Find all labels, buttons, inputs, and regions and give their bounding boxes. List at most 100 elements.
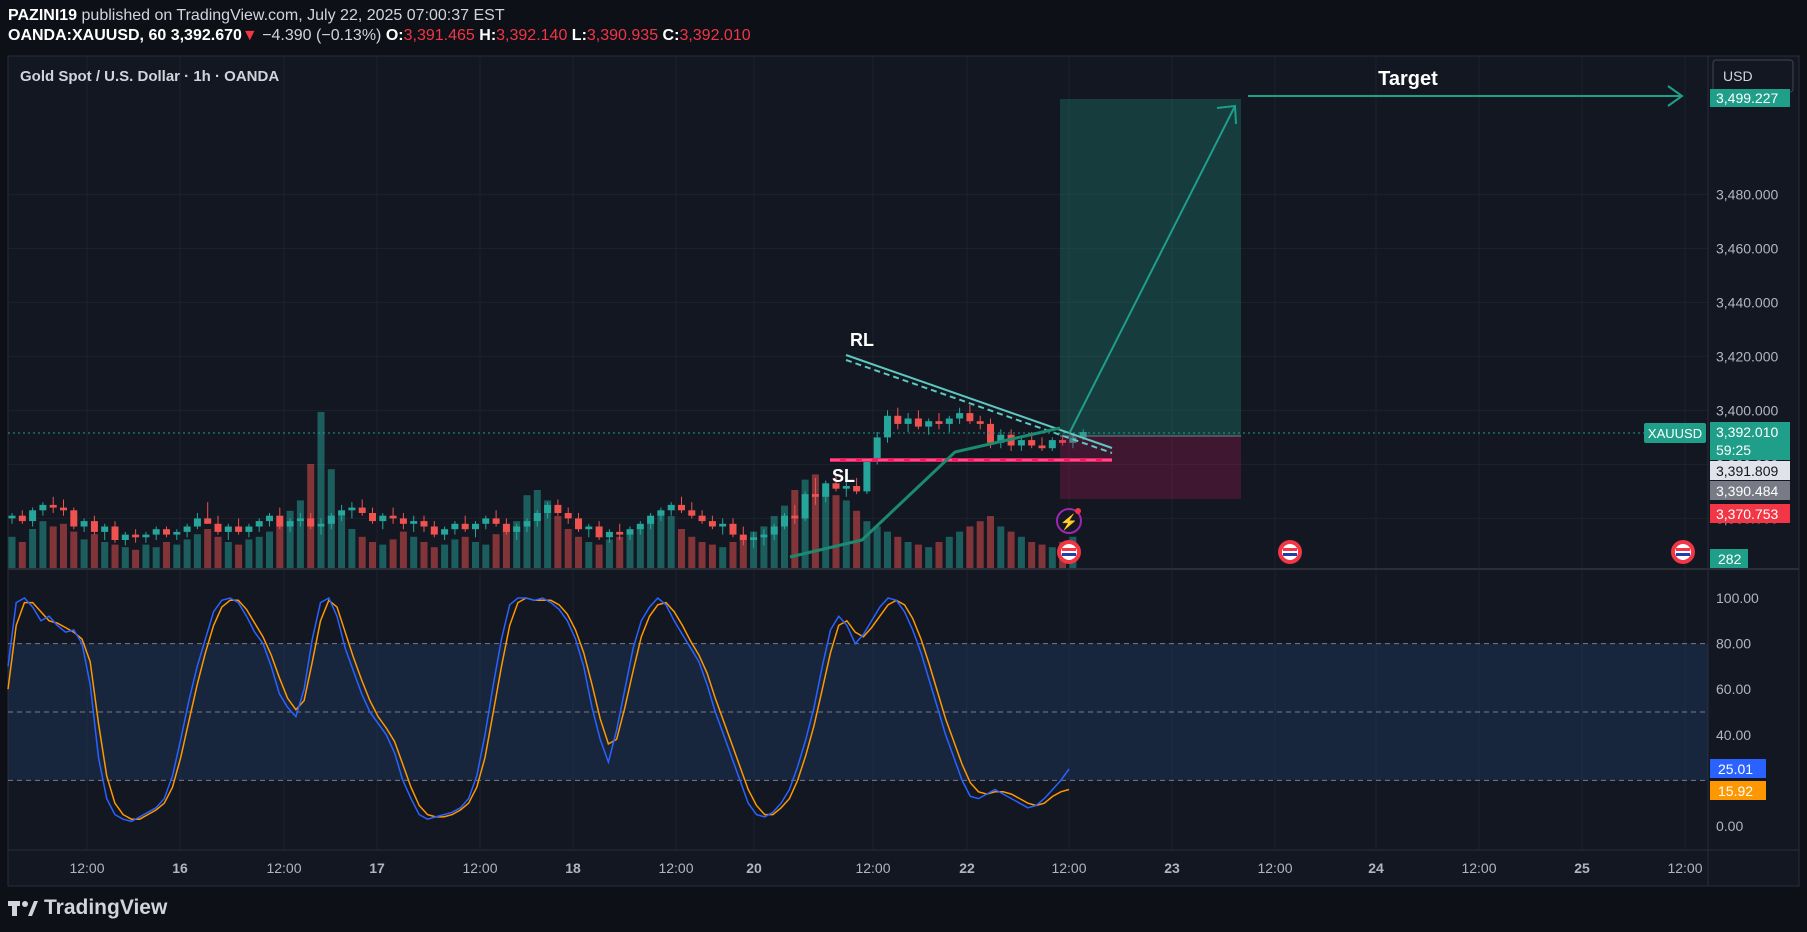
candle-body xyxy=(430,526,438,535)
candle-body xyxy=(904,418,912,424)
candle-body xyxy=(358,507,366,513)
sl-label: SL xyxy=(832,466,855,486)
candle-body xyxy=(492,518,500,524)
volume-bar xyxy=(945,536,953,568)
volume-bar xyxy=(101,542,109,568)
candle-body xyxy=(8,515,16,519)
candle-body xyxy=(193,518,201,527)
candle-body xyxy=(770,526,778,535)
volume-bar xyxy=(605,539,613,568)
candle-body xyxy=(894,415,902,424)
candle-body xyxy=(142,534,150,538)
candle-body xyxy=(90,521,98,532)
candle-body xyxy=(801,494,809,519)
volume-bar xyxy=(482,544,490,568)
candle-body xyxy=(80,521,88,527)
volume-bar xyxy=(1017,536,1025,568)
candle-body xyxy=(204,518,212,524)
volume-bar xyxy=(1038,544,1046,568)
volume-bar xyxy=(595,544,603,568)
volume-bar xyxy=(389,539,397,568)
last-price-tag-text: 3,392.010 xyxy=(1716,424,1778,440)
stoch-tick-label: 0.00 xyxy=(1716,818,1743,834)
volume-bar xyxy=(441,544,449,568)
candle-body xyxy=(781,515,788,527)
volume-bar xyxy=(49,526,57,568)
candle-body xyxy=(822,483,830,497)
stoch-d-tag-text: 15.92 xyxy=(1718,783,1753,799)
chart-canvas[interactable]: Gold Spot / U.S. Dollar · 1h · OANDA Tar… xyxy=(0,0,1807,932)
candle-body xyxy=(1017,440,1025,446)
candle-body xyxy=(626,529,634,535)
candle-body xyxy=(966,413,974,422)
price-tick-label: 3,460.000 xyxy=(1716,240,1778,256)
volume-bar xyxy=(90,534,98,568)
candle-body xyxy=(842,486,850,489)
candle-body xyxy=(472,523,479,530)
candle-body xyxy=(1038,445,1046,449)
price-tag-b-text: 3,391.809 xyxy=(1716,463,1778,479)
volume-bar xyxy=(914,544,922,568)
volume-bar xyxy=(80,539,88,568)
price-tick-label: 3,400.000 xyxy=(1716,402,1778,418)
candle-body xyxy=(976,421,984,424)
volume-bar xyxy=(987,516,994,568)
time-tick-label: 16 xyxy=(172,860,188,876)
footer-logo[interactable]: TradingView xyxy=(8,896,167,920)
candle-body xyxy=(554,504,562,513)
candle-body xyxy=(379,515,387,522)
stop-zone[interactable] xyxy=(1060,436,1241,499)
candle-body xyxy=(667,504,675,511)
candle-body xyxy=(369,513,376,522)
stoch-tick-label: 80.00 xyxy=(1716,636,1751,652)
price-tick-label: 3,480.000 xyxy=(1716,186,1778,202)
candle-body xyxy=(461,523,469,530)
candle-body xyxy=(49,504,57,508)
candle-body xyxy=(729,523,737,535)
candle-body xyxy=(884,415,891,438)
candle-body xyxy=(811,494,819,497)
candle-body xyxy=(914,418,922,427)
volume-bar xyxy=(925,547,933,568)
candle-body xyxy=(255,521,263,527)
candle-body xyxy=(286,521,294,527)
us-flag-event-icon[interactable] xyxy=(1057,540,1081,564)
candle-body xyxy=(945,418,953,424)
candle-body xyxy=(60,507,67,511)
volume-bar xyxy=(18,542,26,568)
volume-bar xyxy=(842,500,850,568)
volume-bar xyxy=(369,542,376,568)
volume-bar xyxy=(173,544,181,568)
chart-legend-title: Gold Spot / U.S. Dollar · 1h · OANDA xyxy=(20,68,279,85)
time-tick-label: 12:00 xyxy=(69,860,104,876)
us-flag-event-icon[interactable] xyxy=(1671,540,1695,564)
stoch-tick-label: 60.00 xyxy=(1716,681,1751,697)
candle-body xyxy=(163,529,170,535)
volume-bar xyxy=(255,536,263,568)
volume-bar xyxy=(667,516,675,568)
volume-bar xyxy=(70,531,78,568)
volume-bar xyxy=(688,536,696,568)
time-tick-label: 12:00 xyxy=(1461,860,1496,876)
volume-bar xyxy=(358,536,366,568)
volume-bar xyxy=(152,547,160,568)
candle-body xyxy=(70,510,78,527)
us-flag-event-icon[interactable] xyxy=(1278,540,1302,564)
time-tick-label: 12:00 xyxy=(1257,860,1292,876)
time-tick-label: 17 xyxy=(369,860,385,876)
candle-body xyxy=(925,421,933,427)
volume-bar xyxy=(884,531,891,568)
candle-body xyxy=(338,510,346,516)
candle-body xyxy=(544,504,552,513)
time-tick-label: 12:00 xyxy=(266,860,301,876)
candle-body xyxy=(523,521,531,527)
symbol-tag-text: XAUUSD xyxy=(1648,426,1702,441)
candle-body xyxy=(245,526,253,532)
volume-bar xyxy=(163,542,170,568)
volume-bar xyxy=(317,412,325,568)
candle-body xyxy=(564,513,572,519)
volume-bar xyxy=(224,542,232,568)
candle-body xyxy=(657,510,665,516)
candle-body xyxy=(708,521,716,527)
candle-body xyxy=(39,504,47,511)
